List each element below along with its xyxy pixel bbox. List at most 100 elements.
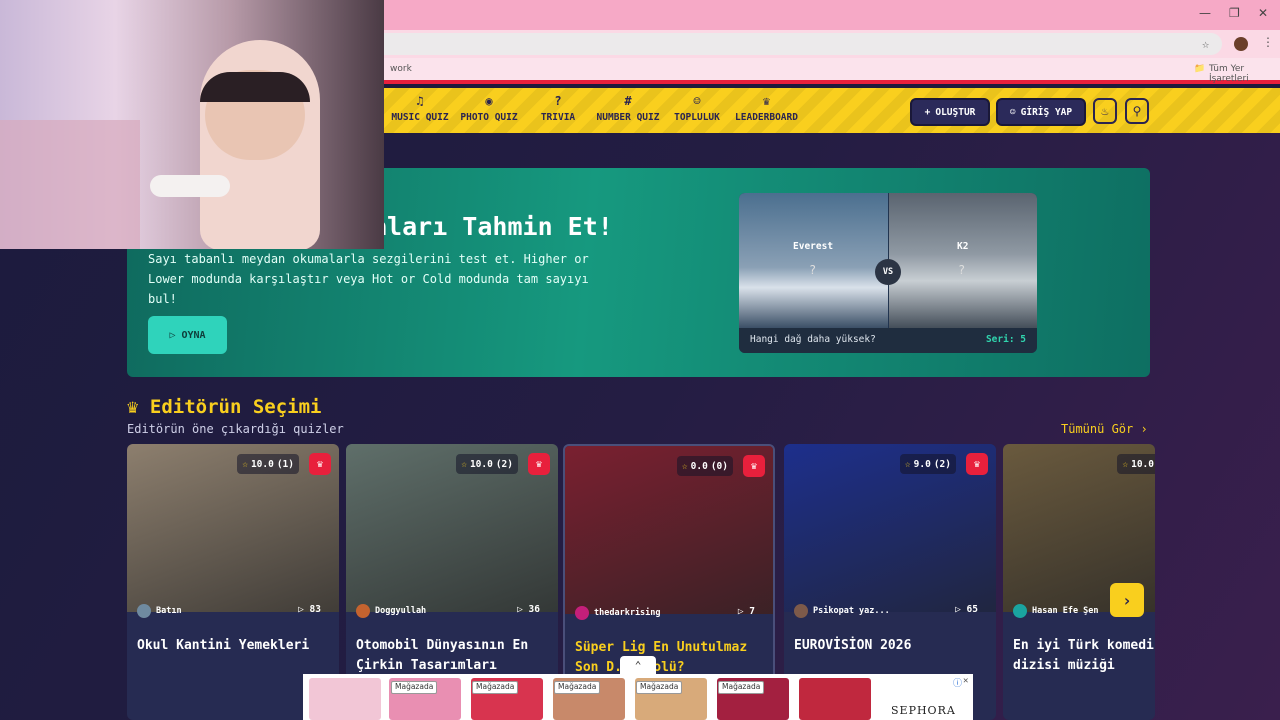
notifications-button[interactable]: ♨ xyxy=(1093,98,1117,124)
card-meta: Doggyullah ▷ 36 xyxy=(346,600,558,622)
chevron-right-icon: › xyxy=(1122,590,1132,610)
preview-footer: Hangi dağ daha yüksek? Seri: 5 xyxy=(739,328,1037,353)
ad-store-label: Mağazada xyxy=(472,681,519,694)
hash-icon: # xyxy=(624,94,632,108)
ad-store-label: Mağazada xyxy=(554,681,601,694)
ad-banner[interactable]: Mağazada Mağazada Mağazada Mağazada Mağa… xyxy=(303,674,973,720)
k2-image xyxy=(889,193,1037,328)
ad-product[interactable] xyxy=(799,678,871,720)
bell-icon: ♨ xyxy=(1101,104,1109,118)
card-meta: Batın ▷ 83 xyxy=(127,600,339,622)
restore-icon[interactable]: ❐ xyxy=(1229,6,1240,20)
card-author[interactable]: Batın xyxy=(137,604,182,618)
star-icon: ☆ xyxy=(1122,458,1129,470)
users-icon: ☺ xyxy=(693,94,701,108)
ad-store-label: Mağazada xyxy=(718,681,765,694)
card-author[interactable]: thedarkrising xyxy=(575,606,661,620)
rating-badge: ☆ 10.0 (2) xyxy=(456,454,518,474)
card-title: EUROVİSİON 2026 xyxy=(794,638,912,653)
microphone xyxy=(150,175,230,197)
nav-topluluk[interactable]: ☺ TOPLULUK xyxy=(672,94,722,123)
ad-product[interactable] xyxy=(309,678,381,720)
rating-badge: ☆ 0.0 (0) xyxy=(676,456,733,476)
card-author[interactable]: Hasan Efe Şen xyxy=(1013,604,1099,618)
nav-music-quiz[interactable]: ♫ MUSIC QUIZ xyxy=(390,94,450,123)
streamer-hair xyxy=(200,72,310,102)
avatar xyxy=(137,604,151,618)
section-title: ♛ Editörün Seçimi xyxy=(127,396,322,418)
right-mountain-name: K2 xyxy=(957,241,969,252)
carousel-next-button[interactable]: › xyxy=(1110,583,1144,617)
ad-close-icon[interactable]: ✕ xyxy=(963,676,968,686)
card-author[interactable]: Doggyullah xyxy=(356,604,426,618)
card-meta: Psikopat yaz... ▷ 65 xyxy=(784,600,996,622)
hero-description: Sayı tabanlı meydan okumalarla sezgileri… xyxy=(148,252,589,306)
play-circle-icon: ▷ xyxy=(169,329,176,341)
url-field[interactable] xyxy=(300,33,1222,55)
play-count: ▷ 7 xyxy=(737,606,755,617)
all-bookmarks[interactable]: Tüm Yer İşaretleri xyxy=(1209,64,1280,84)
plus-icon: + xyxy=(924,106,931,118)
quiz-thumbnail xyxy=(565,446,773,614)
crown-badge-icon: ♛ xyxy=(966,453,988,475)
nav-number-quiz[interactable]: # NUMBER QUIZ xyxy=(595,94,661,123)
quiz-thumbnail xyxy=(127,444,339,612)
preview-question: Hangi dağ daha yüksek? xyxy=(750,334,876,345)
star-icon: ☆ xyxy=(904,458,911,470)
search-icon: ⚲ xyxy=(1132,104,1142,118)
rating-badge: ☆ 10.0 xyxy=(1117,454,1155,474)
kebab-menu-icon[interactable]: ⋮ xyxy=(1262,35,1274,49)
camera-icon: ◉ xyxy=(485,94,493,108)
section-subtitle: Editörün öne çıkardığı quizler xyxy=(127,422,344,436)
ad-store-label: Mağazada xyxy=(391,681,438,694)
bookmark-item[interactable]: work xyxy=(390,64,412,74)
card-meta: thedarkrising ▷ 7 xyxy=(565,602,773,624)
vs-badge: VS xyxy=(875,259,901,285)
play-count: ▷ 36 xyxy=(517,604,540,615)
play-count: ▷ 83 xyxy=(298,604,321,615)
right-unknown: ? xyxy=(958,263,966,277)
card-author[interactable]: Psikopat yaz... xyxy=(794,604,890,618)
rating-badge: ☆ 9.0 (2) xyxy=(899,454,956,474)
profile-avatar[interactable] xyxy=(1234,37,1248,51)
card-title: Okul Kantini Yemekleri xyxy=(137,638,310,653)
avatar xyxy=(575,606,589,620)
play-button[interactable]: ▷ OYNA xyxy=(148,316,227,354)
ad-brand: SEPHORA xyxy=(891,704,956,717)
card-title: Otomobil Dünyasının En Çirkin Tasarımlar… xyxy=(356,638,529,673)
see-all-link[interactable]: Tümünü Gör › xyxy=(1061,422,1148,436)
play-count: ▷ 65 xyxy=(955,604,978,615)
ad-collapse-button[interactable]: ⌃ xyxy=(620,656,656,674)
question-bubble-icon: ? xyxy=(554,94,562,108)
crown-badge-icon: ♛ xyxy=(743,455,765,477)
left-unknown: ? xyxy=(809,263,817,277)
ad-store-label: Mağazada xyxy=(636,681,683,694)
star-icon: ☆ xyxy=(461,458,467,470)
preview-streak: Seri: 5 xyxy=(985,334,1026,345)
nav-leaderboard[interactable]: ♛ LEADERBOARD xyxy=(734,94,799,123)
login-button[interactable]: ☺ GİRİŞ YAP xyxy=(996,98,1086,126)
star-icon: ☆ xyxy=(242,458,248,470)
quiz-thumbnail xyxy=(346,444,558,612)
create-button[interactable]: + OLUŞTUR xyxy=(910,98,990,126)
avatar xyxy=(1013,604,1027,618)
crown-icon: ♛ xyxy=(127,396,139,418)
left-mountain-name: Everest xyxy=(793,241,834,252)
folder-icon: 📁 xyxy=(1194,64,1206,74)
higher-lower-preview: Everest K2 ? ? VS Hangi dağ daha yüksek?… xyxy=(739,193,1037,353)
music-note-icon: ♫ xyxy=(416,94,424,108)
nav-trivia[interactable]: ? TRIVIA xyxy=(538,94,578,123)
nav-photo-quiz[interactable]: ◉ PHOTO QUIZ xyxy=(459,94,519,123)
minimize-icon[interactable]: — xyxy=(1199,6,1211,20)
avatar xyxy=(794,604,808,618)
quiz-card[interactable]: ☆ 10.0 Hasan Efe Şen En iyi Türk komedi … xyxy=(1003,444,1155,720)
ad-info-icon[interactable]: ⓘ xyxy=(953,676,962,689)
trophy-icon: ♛ xyxy=(762,94,771,108)
rating-badge: ☆ 10.0 (1) xyxy=(237,454,299,474)
card-title: En iyi Türk komedi dizisi müziği xyxy=(1013,638,1154,673)
close-icon[interactable]: ✕ xyxy=(1258,6,1268,20)
bookmark-star-icon[interactable]: ☆ xyxy=(1202,37,1209,51)
everest-image xyxy=(739,193,888,328)
search-button[interactable]: ⚲ xyxy=(1125,98,1149,124)
user-icon: ☺ xyxy=(1009,106,1016,118)
